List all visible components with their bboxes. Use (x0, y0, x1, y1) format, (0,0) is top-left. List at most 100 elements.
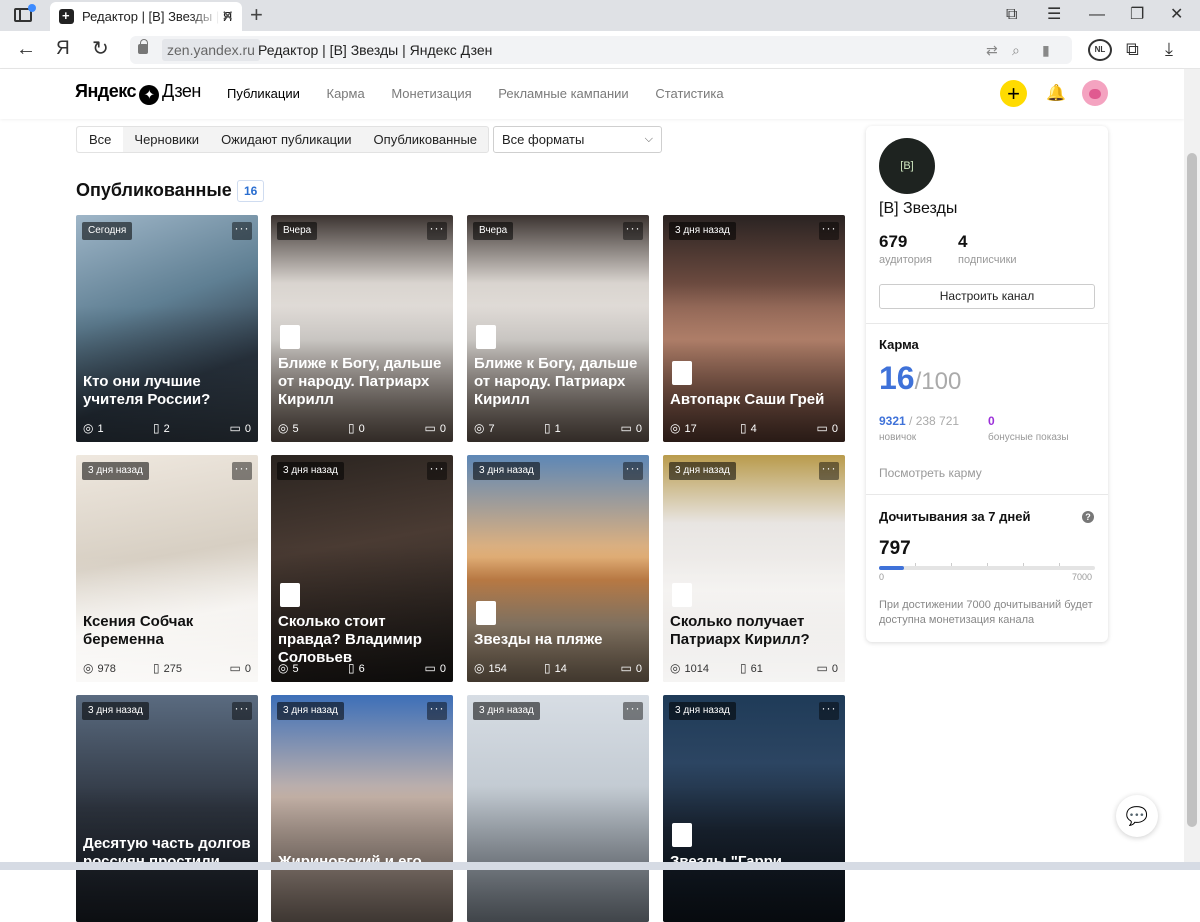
format-select[interactable]: Все форматы ⌵ (493, 126, 662, 153)
search-icon[interactable]: ⌕ (1012, 43, 1026, 57)
back-icon[interactable]: ← (16, 36, 36, 62)
scrollbar-thumb[interactable] (1187, 153, 1197, 827)
nav-karma[interactable]: Карма (327, 86, 365, 101)
card-date-badge: Вчера (277, 222, 318, 240)
card-reads: ▯ 6 (348, 661, 365, 675)
tab-close-icon[interactable]: ✕ (221, 2, 234, 31)
card-title[interactable]: Ближе к Богу, дальше от народу. Патриарх… (474, 355, 643, 409)
publication-card[interactable]: 3 дня назад ··· Звезды на пляже ◎ 154 ▯ 14 ▭ 0 (467, 455, 649, 682)
more-options-icon[interactable]: ··· (232, 222, 252, 240)
filter-all[interactable]: Все (77, 127, 124, 152)
publication-card[interactable]: 3 дня назад ··· Автопарк Саши Грей ◎ 17 ▯ 4 ▭ 0 (663, 215, 845, 442)
browser-tab[interactable]: Редактор | [В] Звезды | Я ✕ (50, 2, 242, 31)
publication-card[interactable]: 3 дня назад···Звезды "Гарри (663, 695, 845, 922)
zen-logo[interactable]: Яндекс ✦ Дзен (75, 81, 201, 105)
nav-monetization[interactable]: Монетизация (391, 86, 471, 101)
more-options-icon[interactable]: ··· (819, 222, 839, 240)
scrollbar[interactable] (1184, 69, 1200, 862)
publication-card[interactable]: Вчера ··· Ближе к Богу, дальше от народу. … (467, 215, 649, 442)
eye-icon: ◎ (474, 661, 485, 675)
comment-icon: ▭ (620, 421, 632, 435)
card-reads: ▯ 61 (740, 661, 763, 675)
publication-card[interactable]: Вчера ··· Ближе к Богу, дальше от народу. … (271, 215, 453, 442)
logo-zen-text: Дзен (162, 81, 201, 101)
sidebar-toggle-icon[interactable] (14, 4, 36, 22)
create-button[interactable]: + (1000, 80, 1027, 107)
card-reads: ▯ 0 (348, 421, 365, 435)
publication-card[interactable]: 3 дня назад ··· Сколько стоит правда? Влад… (271, 455, 453, 682)
nav-publications[interactable]: Публикации (227, 86, 300, 101)
filter-drafts[interactable]: Черновики (123, 127, 210, 152)
card-views: ◎ 1014 (670, 661, 709, 675)
more-options-icon[interactable]: ··· (427, 702, 447, 720)
address-bar: ← Я ↻ zen.yandex.ru Редактор | [В] Звезд… (0, 31, 1200, 69)
more-options-icon[interactable]: ··· (623, 462, 643, 480)
card-title[interactable]: Ксения Собчак беременна (83, 613, 252, 649)
setup-channel-button[interactable]: Настроить канал (879, 284, 1095, 309)
card-reads: ▯ 2 (153, 421, 170, 435)
user-avatar[interactable] (1082, 80, 1108, 106)
publication-card[interactable]: 3 дня назад···Десятую часть долгов росси… (76, 695, 258, 922)
audience-value: 679 (879, 232, 908, 251)
bell-icon[interactable]: 🔔 (1046, 83, 1066, 103)
publication-card[interactable]: 3 дня назад ··· Ксения Собчак беременна ◎ 97… (76, 455, 258, 682)
publication-card[interactable]: 3 дня назад ··· (467, 695, 649, 922)
card-date-badge: 3 дня назад (669, 222, 736, 240)
more-options-icon[interactable]: ··· (427, 462, 447, 480)
more-options-icon[interactable]: ··· (819, 462, 839, 480)
card-date-badge: 3 дня назад (669, 702, 736, 720)
more-options-icon[interactable]: ··· (232, 462, 252, 480)
url-field[interactable]: zen.yandex.ru Редактор | [В] Звезды | Ян… (130, 36, 1072, 64)
comment-icon: ▭ (816, 661, 828, 675)
more-options-icon[interactable]: ··· (623, 222, 643, 240)
card-views: ◎ 5 (278, 661, 299, 675)
minimize-icon[interactable]: — (1089, 4, 1105, 26)
nav-statistics[interactable]: Статистика (655, 86, 723, 101)
card-title[interactable]: Звезды на пляже (474, 631, 643, 649)
bookmarks-icon[interactable]: ⧉ (1006, 4, 1017, 26)
taskbar (0, 862, 1200, 870)
publication-card[interactable]: 3 дня назад···Жириновский и его (271, 695, 453, 922)
extension-nl-icon[interactable]: NL (1088, 39, 1112, 61)
channel-name[interactable]: [В] Звезды (879, 200, 957, 218)
card-title[interactable]: Автопарк Саши Грей (670, 391, 839, 409)
view-karma-link[interactable]: Посмотреть карму (879, 466, 982, 480)
card-comments: ▭ 0 (620, 421, 642, 435)
filter-published[interactable]: Опубликованные (363, 127, 489, 152)
lock-icon (138, 39, 148, 54)
more-options-icon[interactable]: ··· (427, 222, 447, 240)
new-tab-button[interactable]: + (250, 2, 263, 28)
url-page-title: Редактор | [В] Звезды | Яндекс Дзен (258, 42, 493, 58)
book-icon: ▯ (348, 661, 355, 675)
extension-icon[interactable]: ⧉ (1126, 37, 1139, 61)
translate-icon[interactable]: ⇄ (986, 43, 1000, 57)
menu-icon[interactable]: ☰ (1047, 4, 1061, 26)
download-icon[interactable]: ⤓ (1165, 37, 1173, 61)
reload-icon[interactable]: ↻ (92, 36, 109, 62)
article-format-icon (672, 361, 692, 385)
reads-min: 0 (879, 572, 885, 582)
filter-pending[interactable]: Ожидают публикации (210, 127, 362, 152)
card-title[interactable]: Сколько получает Патриарх Кирилл? (670, 613, 839, 649)
nav-ad-campaigns[interactable]: Рекламные кампании (498, 86, 628, 101)
zen-header: Яндекс ✦ Дзен Публикации Карма Монетизация… (0, 69, 1184, 119)
card-title[interactable]: Кто они лучшие учителя России? (83, 373, 252, 409)
card-title[interactable]: Сколько стоит правда? Владимир Соловьев (278, 613, 447, 667)
chat-button[interactable]: 💬 (1116, 795, 1158, 837)
yandex-icon[interactable]: Я (56, 36, 70, 62)
karma-max: /100 (914, 368, 962, 395)
more-options-icon[interactable]: ··· (232, 702, 252, 720)
more-options-icon[interactable]: ··· (819, 702, 839, 720)
more-options-icon[interactable]: ··· (623, 702, 643, 720)
channel-avatar[interactable]: [В] (879, 138, 935, 194)
window-close-icon[interactable]: ✕ (1170, 4, 1183, 26)
publication-card[interactable]: 3 дня назад ··· Сколько получает Патриарх … (663, 455, 845, 682)
publication-card[interactable]: Сегодня ··· Кто они лучшие учителя России?… (76, 215, 258, 442)
card-title[interactable]: Ближе к Богу, дальше от народу. Патриарх… (278, 355, 447, 409)
bookmark-icon[interactable]: ▮ (1042, 43, 1056, 57)
logo-yandex-text: Яндекс (75, 81, 137, 101)
browser-tab-bar: Редактор | [В] Звезды | Я ✕ + ⧉ ☰ — ❐ ✕ (0, 0, 1200, 31)
help-icon[interactable]: ? (1082, 511, 1094, 523)
maximize-icon[interactable]: ❐ (1130, 4, 1144, 26)
card-reads: ▯ 4 (740, 421, 757, 435)
